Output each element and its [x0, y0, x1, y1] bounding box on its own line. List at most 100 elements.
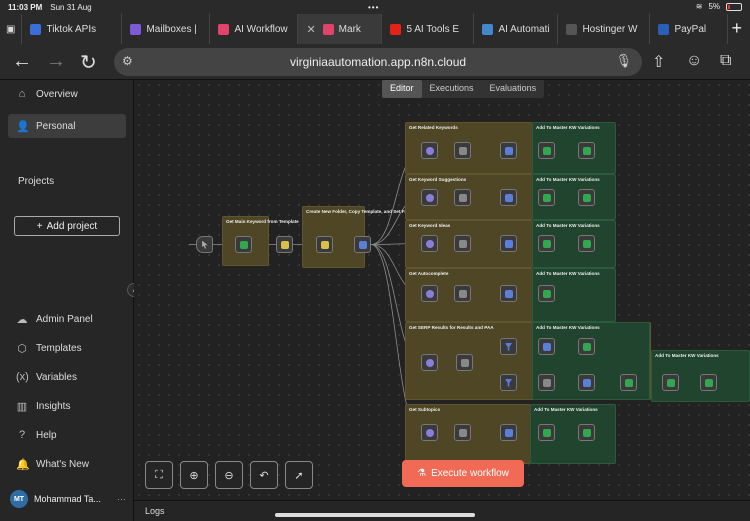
- sticky-note-title: Get Related Keywords: [409, 125, 458, 130]
- clock: 11:03 PM: [8, 2, 43, 12]
- sticky-note-title: Add To Master KW Variations: [536, 177, 600, 182]
- workflow-node[interactable]: [316, 236, 333, 253]
- workflow-node[interactable]: [454, 189, 471, 206]
- workflow-node[interactable]: [538, 285, 555, 302]
- browser-tab[interactable]: Tiktok APIs: [22, 14, 123, 44]
- tab-editor[interactable]: Editor: [382, 80, 422, 98]
- tab-evaluations[interactable]: Evaluations: [482, 80, 545, 98]
- workflow-node[interactable]: [196, 236, 213, 253]
- more-icon[interactable]: ···: [117, 494, 126, 504]
- workflow-node[interactable]: [456, 354, 473, 371]
- sticky-note-title: Get Keyword Ideas: [409, 223, 451, 228]
- tab-gallery[interactable]: ▣: [0, 14, 23, 44]
- user-menu[interactable]: MT Mohammad Ta... ···: [10, 490, 126, 508]
- edit-fields-icon: [504, 428, 513, 437]
- tabs-overview-icon[interactable]: ⧉: [720, 52, 731, 70]
- extensions-icon[interactable]: ☺: [686, 52, 702, 70]
- zoom-in-button[interactable]: ⊕: [180, 461, 208, 489]
- share-icon[interactable]: ⇧: [652, 52, 665, 72]
- sidebar-item-label: What's New: [36, 458, 90, 470]
- workflow-node[interactable]: [538, 374, 555, 391]
- workflow-node[interactable]: [454, 285, 471, 302]
- workflow-node[interactable]: [454, 235, 471, 252]
- tab-executions[interactable]: Executions: [422, 80, 482, 98]
- workflow-node[interactable]: [421, 354, 438, 371]
- workflow-node[interactable]: [500, 189, 517, 206]
- back-arrow-icon[interactable]: ←: [12, 50, 32, 73]
- workflow-node[interactable]: [578, 235, 595, 252]
- workflow-node[interactable]: [620, 374, 637, 391]
- new-tab-plus-icon[interactable]: +: [731, 18, 742, 39]
- add-project-button[interactable]: + Add project: [14, 216, 120, 236]
- sidebar-item-templates[interactable]: ⬡ Templates: [8, 336, 126, 360]
- workflow-node[interactable]: [354, 236, 371, 253]
- battery-icon: [726, 2, 742, 11]
- workflow-node[interactable]: [235, 236, 252, 253]
- microphone-icon[interactable]: 🎙: [615, 53, 632, 69]
- sidebar-item-variables[interactable]: (x) Variables: [8, 365, 126, 389]
- workflow-node[interactable]: [538, 142, 555, 159]
- workflow-node[interactable]: [500, 235, 517, 252]
- sidebar-item-help[interactable]: ? Help: [8, 423, 126, 447]
- workflow-node[interactable]: [421, 142, 438, 159]
- execute-workflow-button[interactable]: ⚗ Execute workflow: [402, 460, 524, 487]
- workflow-node[interactable]: [538, 235, 555, 252]
- workflow-node[interactable]: [538, 189, 555, 206]
- browser-tab[interactable]: ✕ Mark: [298, 14, 383, 44]
- reload-icon[interactable]: ↻: [80, 50, 97, 75]
- tab-label: Hostinger W: [582, 23, 638, 35]
- sidebar-item-admin-panel[interactable]: ☁ Admin Panel: [8, 307, 126, 331]
- sidebar-item-personal[interactable]: 👤 Personal: [8, 114, 126, 138]
- fit-view-button[interactable]: ⛶: [145, 461, 173, 489]
- forward-arrow-icon[interactable]: →: [46, 50, 66, 73]
- workflow-node[interactable]: [421, 285, 438, 302]
- home-indicator[interactable]: [275, 513, 475, 517]
- workflow-node[interactable]: [500, 142, 517, 159]
- workflow-node[interactable]: [421, 189, 438, 206]
- workflow-node[interactable]: [500, 374, 517, 391]
- canvas-toolbar: ⛶ ⊕ ⊖ ↶ ➚: [145, 461, 313, 489]
- pointer-button[interactable]: ➚: [285, 461, 313, 489]
- url-field[interactable]: ⚙ virginiaautomation.app.n8n.cloud 🎙: [114, 48, 642, 76]
- workflow-node[interactable]: [578, 424, 595, 441]
- sticky-note-title: Get Subtopics: [409, 407, 441, 412]
- edit-fields-icon: [504, 289, 513, 298]
- hostinger-icon: [566, 23, 578, 35]
- execute-workflow-label: Execute workflow: [431, 468, 509, 479]
- sidebar-item-what-s-new[interactable]: 🔔 What's New: [8, 452, 126, 476]
- workflow-node[interactable]: [454, 424, 471, 441]
- workflow-node[interactable]: [538, 424, 555, 441]
- undo-button[interactable]: ↶: [250, 461, 278, 489]
- workflow-node[interactable]: [500, 424, 517, 441]
- browser-tab[interactable]: AI Automati: [474, 14, 559, 44]
- workflow-node[interactable]: [421, 235, 438, 252]
- logs-panel-bar[interactable]: Logs: [134, 500, 750, 521]
- cloud-icon: ☁: [16, 313, 28, 326]
- browser-tab[interactable]: Hostinger W: [558, 14, 651, 44]
- multitask-dots-icon[interactable]: •••: [368, 3, 379, 12]
- close-tab-icon[interactable]: ✕: [306, 23, 315, 36]
- browser-tab[interactable]: AI Workflow: [210, 14, 299, 44]
- workflow-node[interactable]: [538, 338, 555, 355]
- workflow-node[interactable]: [578, 189, 595, 206]
- zoom-out-button[interactable]: ⊖: [215, 461, 243, 489]
- youtube-icon: [390, 23, 402, 35]
- sidebar-item-overview[interactable]: ⌂ Overview: [8, 82, 126, 106]
- split-out-icon: [458, 146, 467, 155]
- browser-tab[interactable]: PayPal: [650, 14, 729, 44]
- workflow-node[interactable]: [500, 338, 517, 355]
- workflow-node[interactable]: [454, 142, 471, 159]
- workflow-node[interactable]: [662, 374, 679, 391]
- workflow-node[interactable]: [276, 236, 293, 253]
- workflow-node[interactable]: [500, 285, 517, 302]
- browser-tab[interactable]: 5 AI Tools E: [382, 14, 475, 44]
- workflow-canvas[interactable]: Get Main Keyword from Template Create New…: [134, 80, 750, 500]
- workflow-node[interactable]: [578, 338, 595, 355]
- workflow-node[interactable]: [421, 424, 438, 441]
- workflow-node[interactable]: [578, 142, 595, 159]
- workflow-node[interactable]: [700, 374, 717, 391]
- browser-tab[interactable]: Mailboxes |: [122, 14, 211, 44]
- workflow-node[interactable]: [578, 374, 595, 391]
- n8n-icon: [218, 23, 230, 35]
- sidebar-item-insights[interactable]: ▥ Insights: [8, 394, 126, 418]
